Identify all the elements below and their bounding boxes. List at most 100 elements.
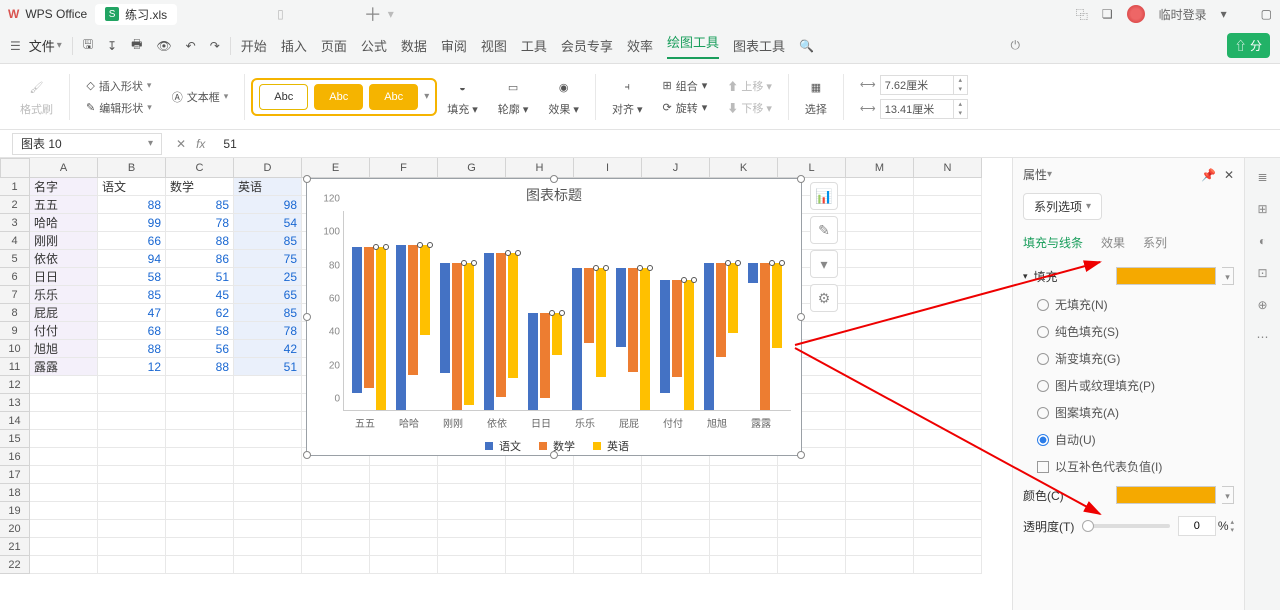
menu-审阅[interactable]: 审阅 (441, 36, 467, 55)
cell[interactable]: 66 (98, 232, 166, 250)
cell[interactable] (846, 538, 914, 556)
cell[interactable] (914, 250, 982, 268)
tab-menu-icon[interactable]: ▾ (388, 7, 394, 21)
file-menu[interactable]: 文件 (29, 36, 55, 55)
rail-icon-1[interactable]: ≣ (1257, 170, 1267, 184)
cell[interactable]: 露露 (30, 358, 98, 376)
cell[interactable] (914, 304, 982, 322)
legend-item[interactable]: 英语 (587, 441, 629, 453)
row-header[interactable]: 17 (0, 466, 30, 484)
bar[interactable] (376, 247, 386, 410)
fill-solid-radio[interactable]: 纯色填充(S) (1023, 318, 1234, 345)
bar[interactable] (440, 263, 450, 373)
cell[interactable] (506, 538, 574, 556)
cell[interactable] (778, 556, 846, 574)
col-header[interactable]: C (166, 158, 234, 178)
cell[interactable] (914, 448, 982, 466)
cell[interactable] (438, 556, 506, 574)
cell[interactable] (166, 394, 234, 412)
cell[interactable] (914, 484, 982, 502)
cell[interactable] (778, 502, 846, 520)
export-icon[interactable]: ↧ (107, 39, 117, 53)
row-header[interactable]: 6 (0, 268, 30, 286)
cell[interactable]: 12 (98, 358, 166, 376)
bar[interactable] (364, 247, 374, 389)
cell[interactable] (166, 430, 234, 448)
bar[interactable] (616, 268, 626, 346)
window-icon-2[interactable]: ❏ (1102, 7, 1113, 21)
user-name[interactable]: 临时登录 (1159, 6, 1207, 23)
bar[interactable] (704, 263, 714, 410)
cell[interactable] (98, 538, 166, 556)
group-button[interactable]: ⊞组合 ▾ (663, 78, 708, 94)
cell[interactable] (710, 466, 778, 484)
menu-图表工具[interactable]: 图表工具 (733, 36, 785, 55)
chart-elements-button[interactable]: 📊 (810, 182, 838, 210)
invert-negatives-checkbox[interactable]: 以互补色代表负值(I) (1023, 453, 1234, 480)
chart-filter-button[interactable]: ▾ (810, 250, 838, 278)
row-header[interactable]: 22 (0, 556, 30, 574)
bar[interactable] (408, 245, 418, 375)
bar[interactable] (640, 268, 650, 410)
cell[interactable] (914, 430, 982, 448)
cell[interactable] (30, 448, 98, 466)
spreadsheet-grid[interactable]: ABCDEFGHIJKLMN 1234567891011121314151617… (0, 158, 1012, 610)
cell[interactable] (846, 250, 914, 268)
cell[interactable] (642, 502, 710, 520)
row-header[interactable]: 13 (0, 394, 30, 412)
cell[interactable] (98, 448, 166, 466)
cell[interactable] (302, 556, 370, 574)
file-caret[interactable]: ▾ (57, 40, 62, 51)
cell[interactable] (234, 538, 302, 556)
shape-style-gallery[interactable]: Abc Abc Abc ▾ (251, 78, 437, 116)
menu-工具[interactable]: 工具 (521, 36, 547, 55)
row-header[interactable]: 4 (0, 232, 30, 250)
bar[interactable] (716, 263, 726, 356)
cell[interactable] (846, 358, 914, 376)
cell[interactable] (914, 376, 982, 394)
cell[interactable] (914, 340, 982, 358)
opacity-slider[interactable] (1082, 524, 1169, 528)
fill-gradient-radio[interactable]: 渐变填充(G) (1023, 345, 1234, 372)
cell[interactable]: 88 (166, 358, 234, 376)
series-options-dropdown[interactable]: 系列选项▾ (1023, 193, 1102, 220)
cell[interactable] (574, 502, 642, 520)
menu-公式[interactable]: 公式 (361, 36, 387, 55)
cell[interactable] (30, 376, 98, 394)
cell[interactable] (506, 556, 574, 574)
menu-开始[interactable]: 开始 (241, 36, 267, 55)
bar[interactable] (596, 268, 606, 376)
cell[interactable] (642, 466, 710, 484)
cell[interactable] (506, 520, 574, 538)
cell[interactable] (234, 430, 302, 448)
cell[interactable]: 62 (166, 304, 234, 322)
menu-绘图工具[interactable]: 绘图工具 (667, 32, 719, 59)
window-icon-1[interactable]: ⿻ (1076, 6, 1088, 23)
cell[interactable] (234, 502, 302, 520)
cell[interactable] (574, 466, 642, 484)
cell[interactable]: 英语 (234, 178, 302, 196)
col-header[interactable]: J (642, 158, 710, 178)
row-header[interactable]: 19 (0, 502, 30, 520)
cell[interactable] (166, 556, 234, 574)
share-button[interactable]: ⇧ 分 (1227, 33, 1270, 58)
cell[interactable] (166, 484, 234, 502)
style-preset-3[interactable]: Abc (369, 84, 418, 110)
fx-icon[interactable]: fx (196, 137, 205, 151)
cell[interactable] (846, 484, 914, 502)
cell[interactable] (166, 412, 234, 430)
cell[interactable] (914, 556, 982, 574)
avatar[interactable] (1127, 5, 1145, 23)
menu-会员专享[interactable]: 会员专享 (561, 36, 613, 55)
cell[interactable] (914, 178, 982, 196)
bar[interactable] (572, 268, 582, 410)
cell[interactable] (846, 286, 914, 304)
tab-effect[interactable]: 效果 (1101, 234, 1125, 251)
cell[interactable] (166, 376, 234, 394)
cell[interactable] (846, 340, 914, 358)
resize-handle[interactable] (303, 175, 311, 183)
resize-handle[interactable] (550, 175, 558, 183)
cell[interactable]: 68 (98, 322, 166, 340)
bar[interactable] (508, 253, 518, 378)
bar[interactable] (760, 263, 770, 410)
